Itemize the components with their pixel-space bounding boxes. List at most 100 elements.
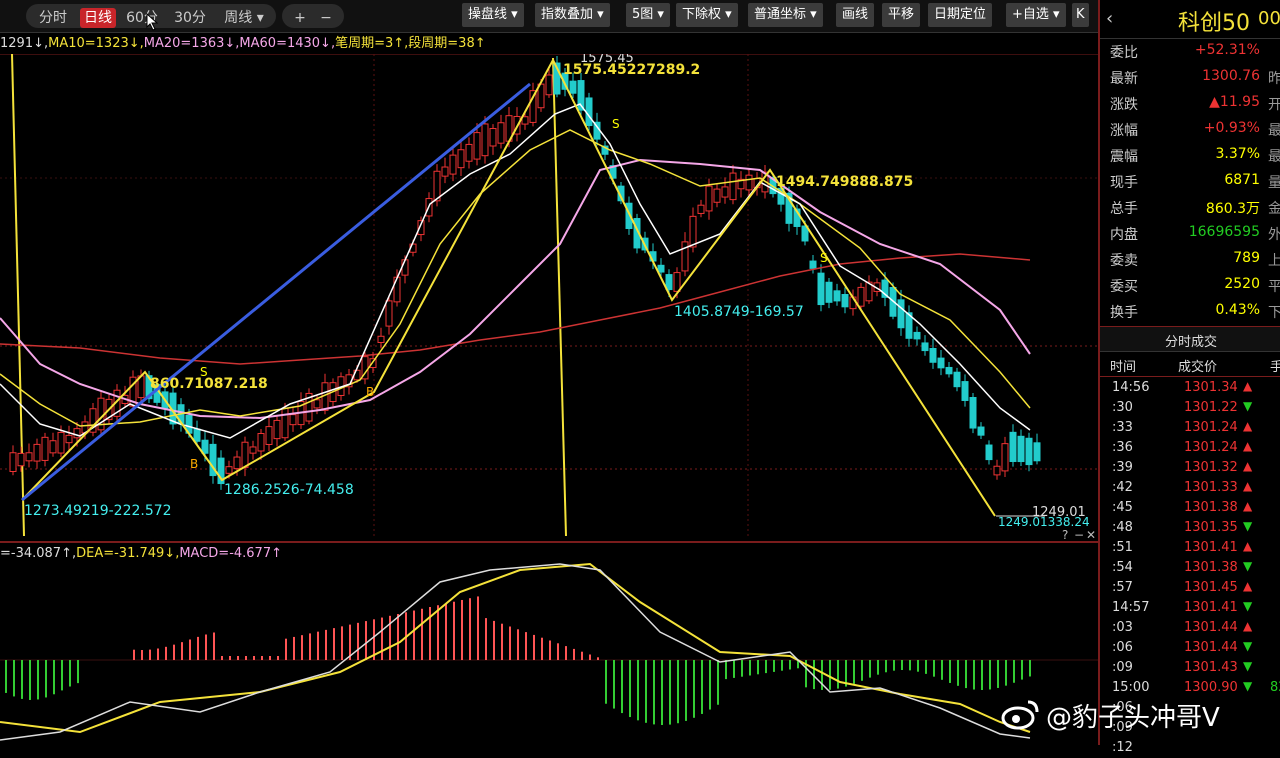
zoom-in-button[interactable]: + bbox=[290, 8, 310, 28]
candlestick-series bbox=[9, 55, 1041, 490]
tab-weekly[interactable]: 周线 ▾ bbox=[216, 8, 272, 28]
trade-price: 1301.38 bbox=[1184, 500, 1238, 515]
macd-help-button[interactable]: ? bbox=[1062, 528, 1068, 542]
quote-label: 换手 bbox=[1110, 305, 1138, 321]
candle-body bbox=[969, 397, 977, 429]
candle-body bbox=[225, 466, 233, 474]
menu-five-charts[interactable]: 5图 ▾ bbox=[626, 3, 670, 27]
mouse-cursor-icon bbox=[146, 13, 159, 31]
macd-legend: =-34.087↑,DEA=-31.749↓,MACD=-4.677↑ bbox=[0, 545, 282, 563]
quote-value: 0.43% bbox=[1215, 302, 1260, 318]
trades-columns: 时间 成交价 手 bbox=[1100, 352, 1280, 377]
candle-body bbox=[481, 123, 489, 157]
candle-body bbox=[1033, 442, 1041, 462]
menu-ex-rights[interactable]: 下除权 ▾ bbox=[676, 3, 738, 27]
candle-body bbox=[17, 452, 25, 467]
dif-value: =-34.087↑, bbox=[0, 546, 77, 561]
quote-value: 2520 bbox=[1224, 276, 1260, 292]
mid-note-label: 1494.749888.875 bbox=[776, 174, 913, 190]
quote-value: 16696595 bbox=[1188, 224, 1260, 240]
trade-row: :33 1301.24 ▲ bbox=[1100, 418, 1280, 438]
quote-tail: 最 bbox=[1268, 149, 1280, 165]
quote-row: 现手 6871 量 bbox=[1100, 168, 1280, 194]
trade-direction-icon: ▲ bbox=[1243, 619, 1253, 633]
candle-body bbox=[817, 272, 825, 306]
quote-label: 委比 bbox=[1110, 45, 1138, 61]
chevron-left-icon[interactable]: ‹ bbox=[1106, 8, 1113, 29]
candle-body bbox=[441, 166, 449, 177]
close-panel-button[interactable]: K bbox=[1072, 3, 1089, 27]
quote-row: 涨幅 +0.93% 最 bbox=[1100, 116, 1280, 142]
trade-row: :12 bbox=[1100, 738, 1280, 758]
quote-row: 内盘 16696595 外 bbox=[1100, 220, 1280, 246]
trade-direction-icon: ▲ bbox=[1243, 479, 1253, 493]
candle-body bbox=[33, 443, 41, 462]
draw-line-button[interactable]: 画线 bbox=[836, 3, 875, 27]
macd-close-button[interactable]: ✕ bbox=[1086, 528, 1096, 542]
macd-chart[interactable] bbox=[0, 562, 1098, 745]
candle-body bbox=[193, 428, 201, 442]
menu-index-overlay[interactable]: 指数叠加 ▾ bbox=[535, 3, 610, 27]
candle-body bbox=[313, 399, 321, 409]
last-note-label: 1249.01338.24 bbox=[998, 515, 1090, 529]
quote-value: +52.31% bbox=[1194, 42, 1260, 58]
quote-value: 6871 bbox=[1224, 172, 1260, 188]
trade-direction-icon: ▼ bbox=[1243, 399, 1253, 413]
candle-body bbox=[977, 426, 985, 436]
candle-body bbox=[377, 335, 385, 343]
menu-add-watchlist[interactable]: +自选 ▾ bbox=[1006, 3, 1066, 27]
ma5-value: 1291↓, bbox=[0, 36, 49, 51]
candle-body bbox=[841, 294, 849, 308]
tab-daily[interactable]: 日线 bbox=[80, 8, 116, 28]
signal-s1: S bbox=[200, 365, 208, 379]
duan-period-value: 段周期=38↑ bbox=[408, 36, 486, 51]
candle-body bbox=[449, 154, 457, 175]
quote-tail: 平 bbox=[1268, 279, 1280, 295]
candle-body bbox=[985, 444, 993, 461]
trades-title: 分时成交 bbox=[1164, 335, 1217, 350]
candle-body bbox=[673, 272, 681, 292]
trade-row: :57 1301.45 ▲ bbox=[1100, 578, 1280, 598]
trade-time: :33 bbox=[1112, 420, 1133, 435]
candle-body bbox=[697, 204, 705, 214]
trade-row: :48 1301.35 ▼ bbox=[1100, 518, 1280, 538]
trade-row: :51 1301.41 ▲ bbox=[1100, 538, 1280, 558]
macd-minimize-button[interactable]: − bbox=[1074, 528, 1084, 542]
candle-body bbox=[393, 276, 401, 303]
candle-body bbox=[745, 174, 753, 191]
zoom-out-button[interactable]: − bbox=[316, 8, 336, 28]
toolbar: 分时 日线 60分 30分 周线 ▾ + − 操盘线 ▾ 指数叠加 ▾ 5图 ▾… bbox=[0, 0, 1098, 33]
date-locate-button[interactable]: 日期定位 bbox=[928, 3, 993, 27]
trade-row: 14:56 1301.34 ▲ bbox=[1100, 378, 1280, 398]
trade-price: 1301.33 bbox=[1184, 480, 1238, 495]
trade-row: 15:00 1300.90 ▼ 82 bbox=[1100, 678, 1280, 698]
quote-value: 789 bbox=[1233, 250, 1260, 266]
ma20-value: MA20=1363↓, bbox=[143, 36, 240, 51]
pan-button[interactable]: 平移 bbox=[882, 3, 921, 27]
ma60-value: MA60=1430↓, bbox=[239, 36, 336, 51]
quote-label: 涨幅 bbox=[1110, 123, 1138, 139]
weibo-logo-icon bbox=[1001, 700, 1039, 730]
quote-tail: 昨 bbox=[1268, 71, 1280, 87]
candle-body bbox=[665, 274, 673, 291]
trade-direction-icon: ▲ bbox=[1243, 419, 1253, 433]
signal-b2: B bbox=[366, 385, 374, 399]
dea-value: DEA=-31.749↓, bbox=[76, 546, 180, 561]
tab-30min[interactable]: 30分 bbox=[168, 8, 212, 28]
candle-body bbox=[289, 414, 297, 426]
trade-volume: 82 bbox=[1270, 680, 1280, 695]
menu-coordinate[interactable]: 普通坐标 ▾ bbox=[748, 3, 823, 27]
quote-value: 860.3万 bbox=[1205, 201, 1260, 217]
trade-time: :06 bbox=[1112, 640, 1133, 655]
trade-direction-icon: ▼ bbox=[1243, 639, 1253, 653]
panel-divider bbox=[0, 541, 1098, 543]
quote-tail: 量 bbox=[1268, 175, 1280, 191]
ma-legend: 1291↓,MA10=1323↓,MA20=1363↓,MA60=1430↓,笔… bbox=[0, 34, 486, 54]
menu-operation-line[interactable]: 操盘线 ▾ bbox=[462, 3, 524, 27]
trades-header: 分时成交 bbox=[1100, 326, 1280, 352]
kline-chart[interactable]: 1575.45 1575.45227289.2 1494.749888.875 … bbox=[0, 54, 1098, 536]
candle-body bbox=[1017, 435, 1025, 463]
quote-tail: 金 bbox=[1268, 201, 1280, 217]
tab-timeshare[interactable]: 分时 bbox=[32, 8, 74, 28]
quote-tail: 下 bbox=[1268, 305, 1280, 321]
